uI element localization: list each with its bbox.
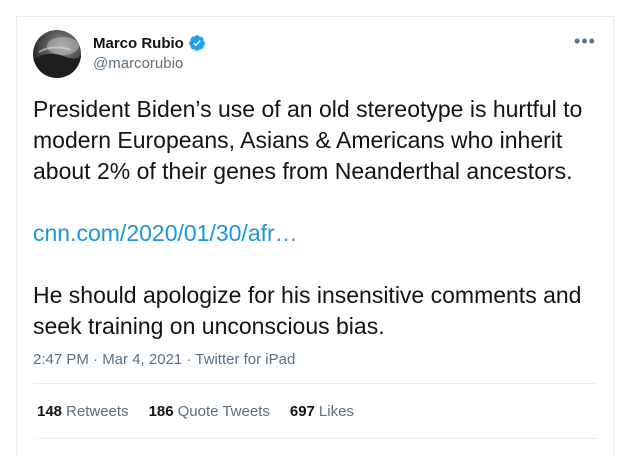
display-name-row: Marco Rubio — [93, 33, 206, 53]
tweet-card: Marco Rubio @marcorubio ••• President Bi… — [16, 16, 614, 456]
tweet-stats: 148 Retweets 186 Quote Tweets 697 Likes — [37, 403, 374, 420]
display-name[interactable]: Marco Rubio — [93, 35, 184, 52]
author-block: Marco Rubio @marcorubio — [93, 33, 206, 72]
tweet-meta[interactable]: 2:47 PM · Mar 4, 2021 · Twitter for iPad — [33, 351, 295, 368]
likes-stat[interactable]: 697 Likes — [290, 403, 354, 420]
tweet-paragraph-1: President Biden’s use of an old stereoty… — [33, 96, 583, 184]
tweet-header: Marco Rubio @marcorubio ••• — [33, 30, 597, 80]
quote-tweets-label: Quote Tweets — [177, 403, 270, 420]
retweets-label: Retweets — [66, 403, 129, 420]
quote-tweets-stat[interactable]: 186 Quote Tweets — [149, 403, 270, 420]
quote-tweets-count: 186 — [148, 403, 174, 420]
retweets-count: 148 — [37, 403, 63, 420]
divider — [33, 383, 597, 384]
avatar[interactable] — [33, 30, 81, 78]
verified-badge-icon — [188, 34, 206, 52]
more-options-icon[interactable]: ••• — [573, 32, 597, 54]
tweet-link[interactable]: cnn.com/2020/01/30/afr… — [33, 220, 298, 246]
handle[interactable]: @marcorubio — [93, 55, 206, 72]
divider — [33, 438, 597, 439]
tweet-paragraph-2: He should apologize for his insensitive … — [33, 282, 582, 339]
likes-label: Likes — [318, 403, 354, 420]
tweet-text: President Biden’s use of an old stereoty… — [33, 94, 599, 342]
likes-count: 697 — [289, 403, 315, 420]
avatar-image — [33, 37, 81, 78]
retweets-stat[interactable]: 148 Retweets — [37, 403, 129, 420]
